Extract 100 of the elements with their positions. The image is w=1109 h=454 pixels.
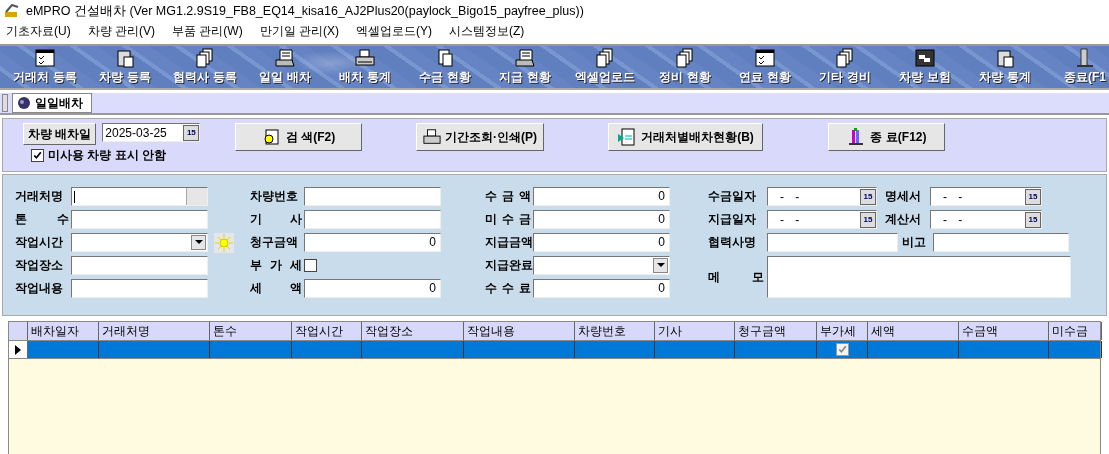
menu-item[interactable]: 부품 관리(W) [172, 23, 243, 40]
column-header[interactable]: 미수금 [1049, 322, 1102, 340]
document-arrow-icon [617, 128, 638, 146]
clipboard-icon [114, 48, 136, 68]
toolbar-button[interactable]: 협력사 등록 [165, 46, 245, 88]
toolbar-button[interactable]: 지급 현황 [485, 46, 565, 88]
toolbar-button[interactable]: 거래처 등록 [5, 46, 85, 88]
date-field[interactable]: - - 15 [930, 187, 1042, 206]
input-field[interactable]: 0 [533, 233, 670, 252]
memo-field[interactable] [767, 256, 1071, 298]
exit-icon [1074, 48, 1096, 68]
checkbox[interactable] [835, 343, 849, 356]
column-header[interactable]: 작업내용 [464, 322, 575, 340]
pages-icon [674, 48, 696, 68]
action-button[interactable]: 기간조회·인쇄(P) [416, 123, 544, 151]
date-field[interactable]: - - 15 [930, 210, 1042, 229]
checkbox-label: 미사용 차량 표시 안함 [48, 147, 166, 164]
action-button[interactable]: 종 료(F12) [828, 123, 945, 151]
input-field[interactable] [71, 187, 208, 206]
input-field[interactable]: 0 [533, 187, 670, 206]
input-field[interactable]: 0 [304, 279, 441, 298]
input-field[interactable] [933, 233, 1069, 252]
field-label: 수금일자 [708, 188, 757, 205]
dropdown-field[interactable] [71, 233, 208, 252]
input-field[interactable] [767, 233, 898, 252]
input-field[interactable] [71, 210, 208, 229]
field-label: 비고 [902, 234, 927, 251]
calendar-button[interactable]: 15 [1025, 188, 1041, 205]
column-header[interactable]: 청구금액 [735, 322, 817, 340]
printer-icon [354, 48, 376, 68]
toolbar-button[interactable]: 일일 배차 [245, 46, 325, 88]
field-label: 작업장소 [15, 257, 64, 274]
date-field[interactable]: - - 15 [767, 210, 877, 229]
toolbar-button[interactable]: 차량 통계 [965, 46, 1045, 88]
tab[interactable]: 일일배차 [12, 93, 92, 113]
calendar-button[interactable]: 15 [1025, 211, 1041, 228]
input-field[interactable]: 0 [533, 210, 670, 229]
search-icon [261, 128, 282, 146]
input-field[interactable]: 0 [533, 279, 670, 298]
field-label: 계산서 [885, 211, 922, 228]
checkbox[interactable] [31, 149, 44, 162]
app-icon [4, 4, 20, 18]
menu-item[interactable]: 만기일 관리(X) [259, 23, 339, 40]
field-label: 청구금액 [250, 234, 299, 251]
field-label: 지급일자 [708, 211, 757, 228]
menu-item[interactable]: 차량 관리(V) [87, 23, 155, 40]
date-button[interactable]: 차량 배차일 [23, 123, 97, 145]
report-icon [514, 48, 536, 68]
column-header[interactable]: 차량번호 [575, 322, 655, 340]
dropdown-field[interactable] [533, 256, 670, 275]
pages-icon [594, 48, 616, 68]
calendar-button[interactable]: 15 [860, 211, 876, 228]
column-header[interactable]: 작업시간 [292, 322, 362, 340]
column-header[interactable]: 수금액 [959, 322, 1049, 340]
date-field[interactable]: - - 15 [767, 187, 877, 206]
field-label: 작업시간 [15, 234, 64, 251]
toolbar-grip[interactable] [2, 94, 8, 112]
column-header[interactable]: 부가세 [817, 322, 868, 340]
column-header[interactable]: 배차일자 [28, 322, 99, 340]
field-label: 수 수 료 [485, 280, 531, 297]
toolbar-button[interactable]: 차량 등록 [85, 46, 165, 88]
toolbar-button[interactable]: 배차 통계 [325, 46, 405, 88]
report-icon [274, 48, 296, 68]
toolbar-button[interactable]: 연료 현황 [725, 46, 805, 88]
checklist-icon [754, 48, 776, 68]
checkbox[interactable] [304, 259, 317, 272]
menu-item[interactable]: 엑셀업로드(Y) [356, 23, 432, 40]
field-label: 미 수 금 [485, 211, 531, 228]
toolbar-button[interactable]: 엑셀업로드 [565, 46, 645, 88]
column-header[interactable]: 작업장소 [362, 322, 464, 340]
menu-item[interactable]: 시스템정보(Z) [449, 23, 525, 40]
field-label: 차량번호 [250, 188, 299, 205]
column-header[interactable]: 세액 [868, 322, 959, 340]
input-field[interactable] [71, 279, 208, 298]
column-header[interactable]: 톤수 [210, 322, 292, 340]
clipboard-icon [994, 48, 1016, 68]
calendar-button[interactable]: 15 [183, 124, 200, 141]
toolbar-button[interactable]: 종료(F1 [1045, 46, 1109, 88]
field-label: 명세서 [885, 188, 922, 205]
field-label: 지급완료 [485, 257, 531, 274]
toolbar-button[interactable]: 기타 경비 [805, 46, 885, 88]
calendar-button[interactable]: 15 [860, 188, 876, 205]
field-label: 세 액 [250, 280, 302, 297]
field-label: 톤 수 [15, 211, 69, 228]
action-button[interactable]: 거래처별배차현황(B) [608, 123, 763, 151]
field-label: 작업내용 [15, 280, 64, 297]
field-label: 협력사명 [708, 234, 757, 251]
column-header[interactable]: 거래처명 [99, 322, 210, 340]
action-button[interactable]: 검 색(F2) [235, 123, 362, 151]
toolbar-button[interactable]: 수금 현황 [405, 46, 485, 88]
date-field[interactable]: 2025-03-25 15 [102, 123, 201, 142]
toolbar-button[interactable]: 정비 현황 [645, 46, 725, 88]
column-header[interactable]: 기사 [655, 322, 735, 340]
input-field[interactable] [71, 256, 208, 275]
menu-item[interactable]: 기초자료(U) [6, 23, 71, 40]
input-field[interactable]: 0 [304, 233, 441, 252]
input-field[interactable] [304, 187, 441, 206]
input-field[interactable] [304, 210, 441, 229]
toolbar-button[interactable]: 차량 보험 [885, 46, 965, 88]
field-label: 부 가 세 [250, 257, 302, 274]
